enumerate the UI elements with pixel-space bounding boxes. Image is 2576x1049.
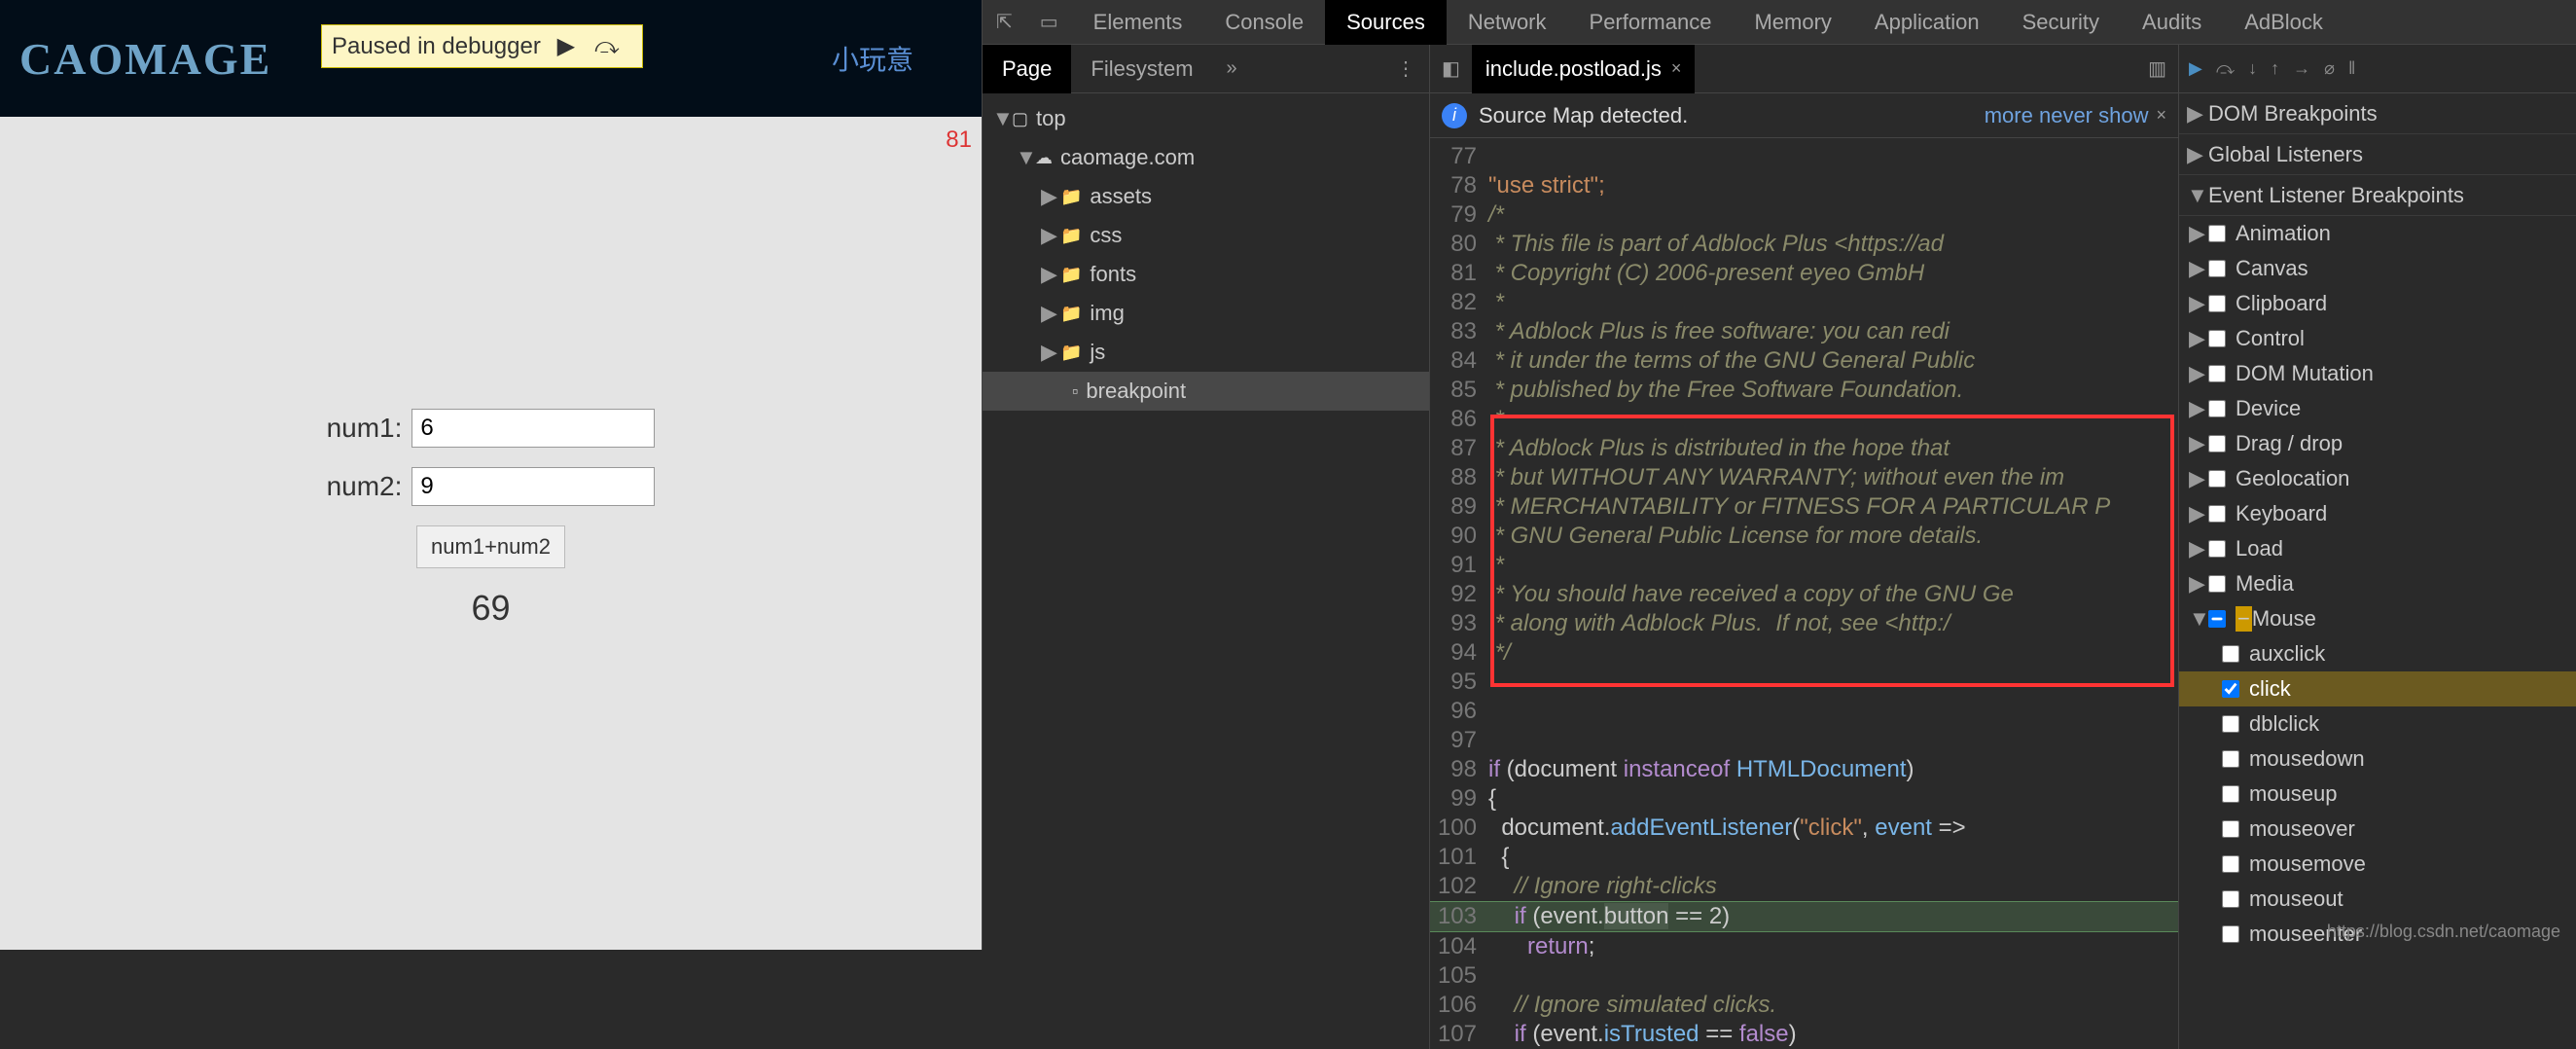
event-cat-geolocation[interactable]: ▶Geolocation xyxy=(2179,461,2576,496)
event-cat-keyboard[interactable]: ▶Keyboard xyxy=(2179,496,2576,531)
tab-memory[interactable]: Memory xyxy=(1733,0,1852,45)
event-cat-device[interactable]: ▶Device xyxy=(2179,391,2576,426)
inspect-icon[interactable]: ⇱ xyxy=(983,10,1026,34)
folder-fonts[interactable]: ▶📁fonts xyxy=(983,255,1429,294)
file-breakpoint[interactable]: ▫breakpoint xyxy=(983,372,1429,411)
nav-link[interactable]: 小玩意 xyxy=(832,39,913,78)
sources-navigator: PageFilesystem » ⋮ ▼▢top ▼☁caomage.com ▶… xyxy=(983,45,1430,1049)
event-cat-drag-drop[interactable]: ▶Drag / drop xyxy=(2179,426,2576,461)
breakpoints-sidebar: ▶ ⤼ ↓ ↑ → ⌀ ‖ ▶DOM Breakpoints▶Global Li… xyxy=(2179,45,2576,1049)
event-cat-load[interactable]: ▶Load xyxy=(2179,531,2576,566)
event-mouseover[interactable]: mouseover xyxy=(2179,812,2576,847)
event-cat-media[interactable]: ▶Media xyxy=(2179,566,2576,601)
code-editor: ◧ include.postload.js× ▥ i Source Map de… xyxy=(1430,45,2179,1049)
result-text: 69 xyxy=(471,588,510,629)
tab-network[interactable]: Network xyxy=(1447,0,1568,45)
site-logo: CAOMAGE xyxy=(19,33,271,85)
file-tree[interactable]: ▼▢top ▼☁caomage.com ▶📁assets▶📁css▶📁fonts… xyxy=(983,93,1429,1049)
event-cat-mouse[interactable]: ▼− Mouse xyxy=(2179,601,2576,636)
debugger-paused-text: Paused in debugger xyxy=(332,33,541,60)
nav-back-icon[interactable]: ◧ xyxy=(1430,56,1472,81)
nav-tab-filesystem[interactable]: Filesystem xyxy=(1071,45,1212,93)
step-over-icon[interactable]: ⤼ xyxy=(2216,58,2235,79)
folder-img[interactable]: ▶📁img xyxy=(983,294,1429,333)
step-out-icon[interactable]: ↑ xyxy=(2271,58,2279,79)
tab-security[interactable]: Security xyxy=(2001,0,2121,45)
folder-css[interactable]: ▶📁css xyxy=(983,216,1429,255)
num1-input[interactable] xyxy=(411,409,655,448)
tab-sources[interactable]: Sources xyxy=(1325,0,1447,45)
devtools-panel: ⇱ ▭ ElementsConsoleSourcesNetworkPerform… xyxy=(982,0,2576,950)
debugger-paused-overlay: Paused in debugger ▶ ⤼ xyxy=(321,24,643,68)
calc-button[interactable]: num1+num2 xyxy=(416,525,565,568)
folder-assets[interactable]: ▶📁assets xyxy=(983,177,1429,216)
event-cat-canvas[interactable]: ▶Canvas xyxy=(2179,251,2576,286)
error-count: 81 xyxy=(946,127,972,154)
event-mousemove[interactable]: mousemove xyxy=(2179,847,2576,882)
section-dom-breakpoints[interactable]: ▶DOM Breakpoints xyxy=(2179,93,2576,134)
event-cat-animation[interactable]: ▶Animation xyxy=(2179,216,2576,251)
section-event-listener-breakpoints[interactable]: ▼Event Listener Breakpoints xyxy=(2179,175,2576,216)
event-auxclick[interactable]: auxclick xyxy=(2179,636,2576,671)
tab-adblock[interactable]: AdBlock xyxy=(2223,0,2344,45)
editor-more-icon[interactable]: ▥ xyxy=(2136,56,2178,81)
navigator-menu-icon[interactable]: ⋮ xyxy=(1382,56,1429,81)
deactivate-bp-icon[interactable]: ⌀ xyxy=(2324,58,2335,79)
event-mousedown[interactable]: mousedown xyxy=(2179,742,2576,777)
event-click[interactable]: click xyxy=(2179,671,2576,706)
info-bar: i Source Map detected. more never show × xyxy=(1430,93,2178,138)
event-cat-dom-mutation[interactable]: ▶DOM Mutation xyxy=(2179,356,2576,391)
tab-application[interactable]: Application xyxy=(1853,0,2001,45)
tab-console[interactable]: Console xyxy=(1203,0,1325,45)
tab-performance[interactable]: Performance xyxy=(1568,0,1734,45)
nav-tab-page[interactable]: Page xyxy=(983,45,1071,93)
debugger-toolbar: ▶ ⤼ ↓ ↑ → ⌀ ‖ xyxy=(2179,45,2576,93)
step-into-icon[interactable]: ↓ xyxy=(2248,58,2257,79)
folder-js[interactable]: ▶📁js xyxy=(983,333,1429,372)
tab-audits[interactable]: Audits xyxy=(2121,0,2223,45)
editor-tab[interactable]: include.postload.js× xyxy=(1472,45,1696,93)
event-cat-control[interactable]: ▶Control xyxy=(2179,321,2576,356)
num1-label: num1: xyxy=(327,413,403,444)
device-icon[interactable]: ▭ xyxy=(1026,10,1072,34)
num2-input[interactable] xyxy=(411,467,655,506)
more-tabs-icon[interactable]: » xyxy=(1213,57,1251,80)
pause-exceptions-icon[interactable]: ‖ xyxy=(2348,58,2355,79)
devtools-main-tabs: ⇱ ▭ ElementsConsoleSourcesNetworkPerform… xyxy=(983,0,2576,45)
event-cat-clipboard[interactable]: ▶Clipboard xyxy=(2179,286,2576,321)
watermark: https://blog.csdn.net/caomage xyxy=(2327,922,2560,942)
info-link[interactable]: more never show xyxy=(1985,103,2149,128)
tab-elements[interactable]: Elements xyxy=(1072,0,1204,45)
step-icon[interactable]: → xyxy=(2293,58,2310,79)
close-tab-icon[interactable]: × xyxy=(1671,58,1682,79)
info-icon: i xyxy=(1442,103,1467,128)
event-mouseup[interactable]: mouseup xyxy=(2179,777,2576,812)
event-mouseout[interactable]: mouseout xyxy=(2179,882,2576,917)
rendered-page: CAOMAGE 小玩意 Paused in debugger ▶ ⤼ 81 nu… xyxy=(0,0,982,950)
resume-icon[interactable]: ▶ xyxy=(551,31,582,62)
event-dblclick[interactable]: dblclick xyxy=(2179,706,2576,742)
resume-button-icon[interactable]: ▶ xyxy=(2189,58,2202,79)
code-area[interactable]: 7778"use strict";79/*80 * This file is p… xyxy=(1430,138,2178,1049)
close-infobar-icon[interactable]: × xyxy=(2156,105,2166,126)
step-icon[interactable]: ⤼ xyxy=(591,31,623,62)
section-global-listeners[interactable]: ▶Global Listeners xyxy=(2179,134,2576,175)
num2-label: num2: xyxy=(327,471,403,502)
